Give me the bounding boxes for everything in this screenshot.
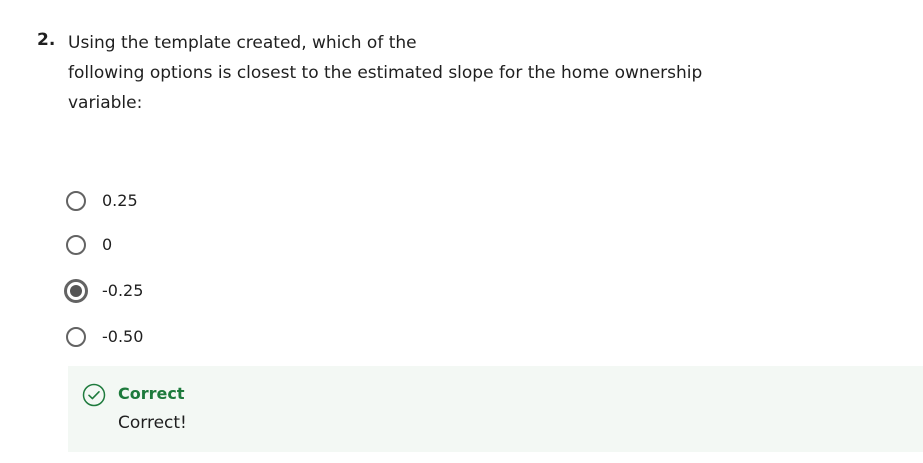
option-minus-0-50[interactable]: -0.50 [66, 324, 143, 350]
radio-button[interactable] [66, 327, 86, 347]
option-0-25[interactable]: 0.25 [66, 188, 138, 214]
radio-button[interactable] [66, 235, 86, 255]
radio-button[interactable] [66, 191, 86, 211]
option-label: -0.25 [102, 281, 144, 300]
feedback-message: Correct! [118, 413, 187, 433]
radio-selected-dot [70, 285, 82, 297]
option-label: -0.50 [102, 327, 144, 346]
question-text-line: Using the template created, which of the [68, 33, 417, 53]
question-number: 2. [37, 30, 56, 50]
option-minus-0-25[interactable]: -0.25 [64, 278, 144, 304]
option-label: 0 [102, 235, 113, 254]
feedback-status: Correct [118, 384, 185, 403]
check-circle-icon [82, 383, 106, 407]
feedback-panel: Correct Correct! [68, 366, 923, 452]
question-text-line: following options is closest to the esti… [68, 63, 703, 83]
option-label: 0.25 [102, 191, 138, 210]
radio-button-selected[interactable] [64, 279, 88, 303]
question-text: Using the template created, which of the… [68, 28, 708, 118]
option-0[interactable]: 0 [66, 232, 112, 258]
question-text-line: variable: [68, 93, 143, 113]
